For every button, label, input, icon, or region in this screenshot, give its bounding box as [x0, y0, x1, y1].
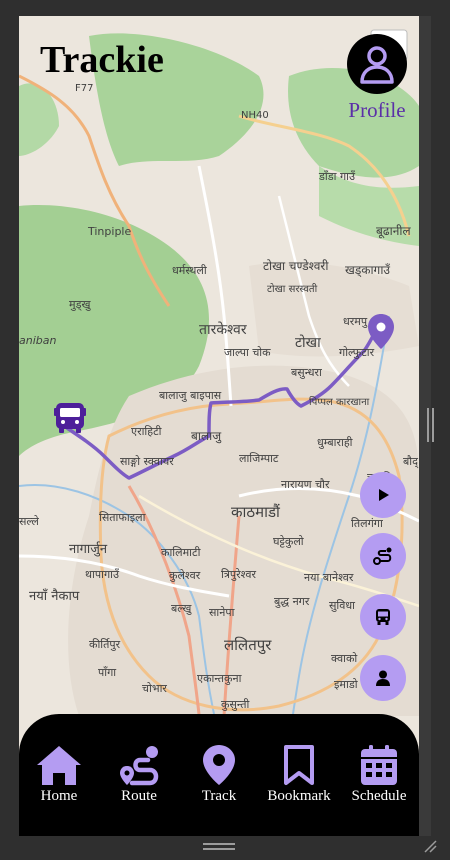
- map-label: सिताफाइला: [99, 511, 146, 524]
- map-label: F77: [75, 83, 93, 94]
- map-label: सुविधा: [329, 599, 355, 612]
- nav-schedule[interactable]: Schedule: [341, 744, 417, 805]
- nav-route-label[interactable]: Route: [121, 788, 157, 805]
- app-frame: F77 NH40 डाँडा गाउँ बूढानील Tinpiple धर्…: [19, 16, 419, 836]
- user-icon: [376, 670, 390, 686]
- map-label: बल्खु: [171, 602, 192, 615]
- map-label: कुलेश्वर: [169, 569, 201, 582]
- nav-bookmark[interactable]: Bookmark: [261, 744, 337, 805]
- map-label: टोखा चण्डेश्वरी: [263, 259, 329, 273]
- nav-track[interactable]: Track: [181, 744, 257, 805]
- play-fab[interactable]: [360, 472, 406, 518]
- map-label: साङ्गो स्क्वायर: [120, 455, 174, 468]
- map-label: Tinpiple: [87, 225, 131, 238]
- map-label: बौद्: [403, 455, 419, 468]
- map-label: धर्मस्थली: [172, 264, 207, 277]
- play-icon: [379, 489, 389, 501]
- map-label: बालाजु बाइपास: [159, 389, 222, 402]
- map-label: टोखा: [295, 334, 321, 351]
- nav-home[interactable]: Home: [21, 744, 97, 805]
- map-label: कालिमाटी: [161, 546, 201, 559]
- map-label: घट्टेकुलो: [273, 535, 304, 548]
- nav-schedule-label[interactable]: Schedule: [352, 788, 407, 805]
- map-label: तारकेश्वर: [199, 321, 247, 338]
- map-label: NH40: [241, 110, 269, 121]
- calendar-icon: [361, 745, 397, 785]
- map-label: चोभार: [142, 682, 167, 695]
- map-view[interactable]: F77 NH40 डाँडा गाउँ बूढानील Tinpiple धर्…: [19, 16, 419, 836]
- map-label: धुम्बाराही: [317, 436, 353, 449]
- map-label: क्वाको: [331, 652, 357, 665]
- map-label: नया बानेश्वर: [304, 571, 354, 584]
- location-pin-icon: [203, 745, 235, 785]
- home-icon: [37, 746, 81, 785]
- profile-avatar[interactable]: [347, 34, 407, 94]
- route-icon: [120, 746, 159, 786]
- bus-icon: [376, 609, 390, 625]
- route-icon: [373, 547, 392, 565]
- bottom-navigation: Home Route Track Bookmark Schedule: [19, 714, 419, 836]
- map-label: बालाजु: [191, 429, 222, 444]
- map-label: गोल्फुटार: [339, 346, 375, 359]
- map-label: डाँडा गाउँ: [318, 170, 356, 183]
- map-label: ललितपुर: [224, 636, 272, 655]
- map-label: कीर्तिपुर: [89, 638, 121, 651]
- nav-home-label[interactable]: Home: [41, 788, 78, 805]
- map-label: एराहिटी: [131, 425, 162, 438]
- bus-fab[interactable]: [360, 594, 406, 640]
- map-label: पाँगा: [98, 666, 116, 679]
- map-label: धरमपु: [343, 315, 368, 328]
- nav-route[interactable]: Route: [101, 744, 177, 805]
- map-label: कुसुन्ती: [221, 698, 250, 711]
- map-label: सानेपा: [209, 606, 235, 619]
- profile-button[interactable]: Profile: [337, 34, 417, 123]
- app-title: Trackie: [40, 39, 164, 81]
- nav-bookmark-label[interactable]: Bookmark: [267, 788, 330, 805]
- map-label: नयाँ नैकाप: [29, 588, 80, 604]
- map-label: टोखा सरस्वती: [267, 283, 318, 295]
- map-label: त्रिपुरेश्वर: [221, 568, 256, 581]
- map-label: बसुन्धरा: [291, 366, 322, 379]
- user-icon: [360, 46, 394, 84]
- map-label: लाजिम्पाट: [239, 452, 279, 465]
- map-label: इमाडो: [334, 678, 358, 691]
- map-label: काठमाडौं: [231, 503, 281, 521]
- map-label: नागार्जुन: [69, 541, 108, 557]
- map-label: जाल्पा चोक: [224, 346, 271, 359]
- profile-label[interactable]: Profile: [337, 98, 417, 123]
- map-label: मुड्खु: [69, 298, 91, 311]
- map-label: थापागाउँ: [85, 568, 120, 581]
- bottom-drag-handle[interactable]: [203, 843, 235, 851]
- map-label: तिलगंगा: [351, 517, 383, 530]
- resize-grip-icon[interactable]: [422, 838, 438, 854]
- route-fab[interactable]: [360, 533, 406, 579]
- map-label: खड्कागाउँ: [345, 263, 390, 278]
- map-label: बुद्ध नगर: [274, 595, 310, 608]
- map-label: सल्ले: [19, 515, 39, 528]
- bookmark-icon: [284, 745, 314, 785]
- side-drag-handle[interactable]: [426, 408, 436, 442]
- nav-track-label[interactable]: Track: [202, 788, 236, 805]
- map-label: एकान्तकुना: [197, 672, 242, 685]
- map-label: पिप्पल कारखाना: [309, 396, 370, 408]
- map-label: aniban: [19, 334, 56, 347]
- user-fab[interactable]: [360, 655, 406, 701]
- map-label: बूढानील: [376, 224, 411, 239]
- map-label: नारायण चौर: [281, 478, 330, 491]
